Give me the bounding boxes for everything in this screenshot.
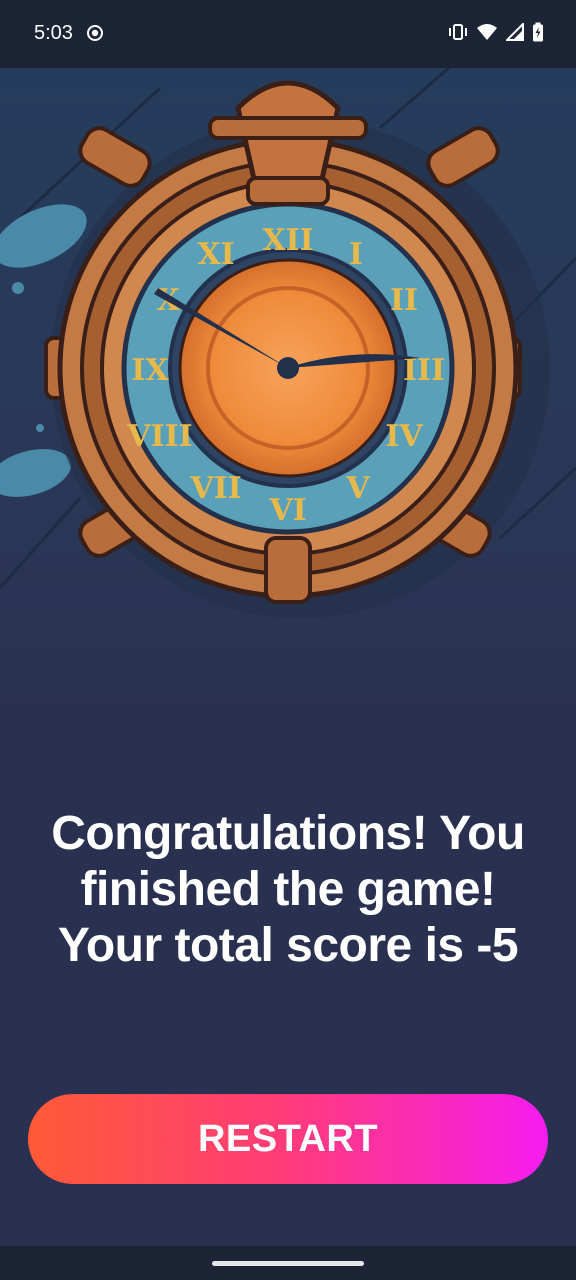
vibrate-icon: [449, 24, 467, 40]
game-over-screen: 5:03 XII I II III IV V VI VII VIII IX XI…: [0, 0, 576, 1280]
wifi-icon: [477, 24, 497, 40]
svg-text:VIII: VIII: [126, 419, 192, 454]
clock-illustration: XII I II III IV V VI VII VIII IX X XI: [0, 68, 576, 718]
status-time: 5:03: [34, 22, 73, 44]
svg-text:VI: VI: [268, 493, 306, 528]
restart-button[interactable]: RESTART: [28, 1094, 548, 1184]
signal-icon: [506, 23, 524, 41]
navigation-bar: [0, 1246, 576, 1280]
svg-text:VII: VII: [189, 471, 241, 506]
status-icons: [448, 22, 544, 42]
location-dot-icon: [87, 25, 103, 41]
final-score-message: Congratulations! You finished the game! …: [51, 807, 525, 972]
svg-text:XII: XII: [262, 223, 313, 258]
battery-charging-icon: [533, 22, 543, 42]
home-gesture-handle[interactable]: [212, 1261, 364, 1266]
svg-text:IV: IV: [385, 419, 423, 454]
svg-text:XI: XI: [197, 237, 234, 272]
status-bar: 5:03: [0, 0, 576, 68]
svg-text:V: V: [345, 471, 370, 506]
svg-text:I: I: [349, 237, 363, 272]
svg-text:II: II: [390, 283, 418, 318]
svg-text:IX: IX: [131, 353, 169, 388]
